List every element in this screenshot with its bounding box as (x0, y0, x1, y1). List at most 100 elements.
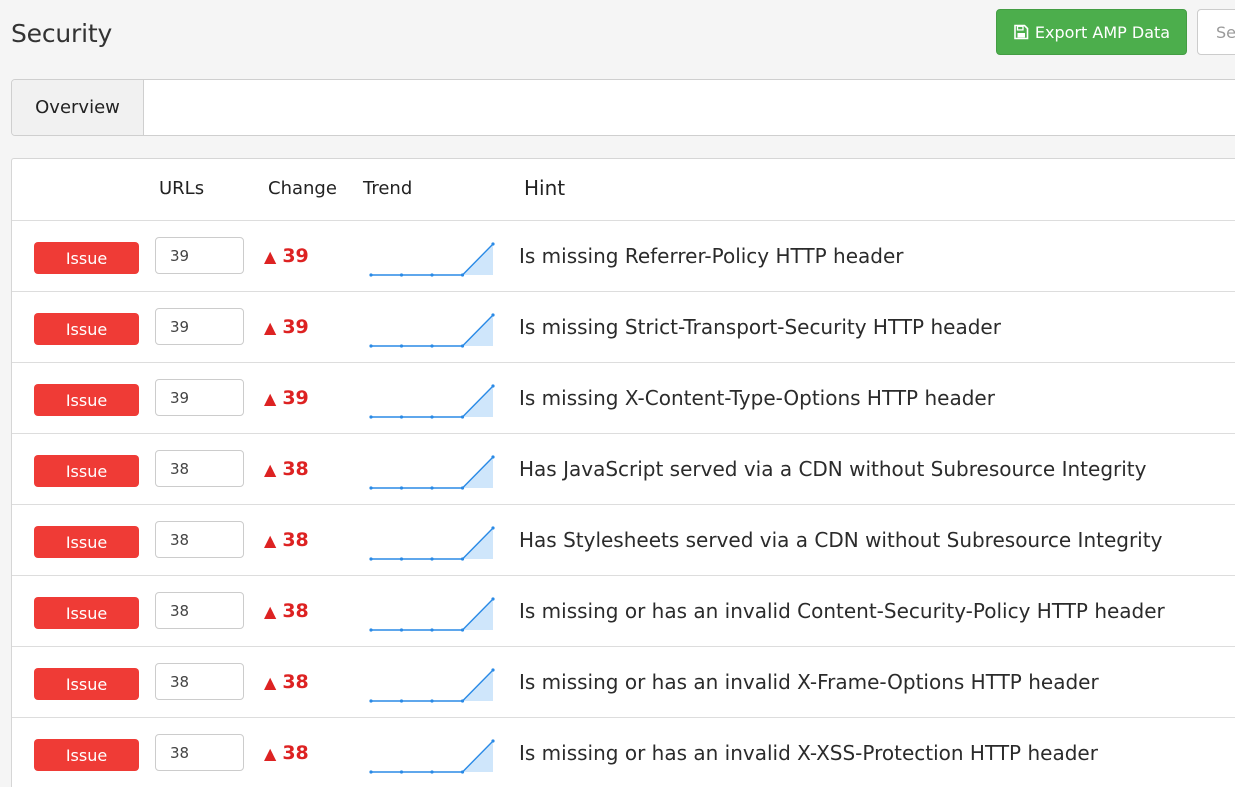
trend-point (491, 455, 495, 459)
issue-badge: Issue (34, 455, 139, 487)
trend-sparkline (369, 455, 495, 490)
change-value: 38 (282, 458, 309, 480)
trend-point (399, 770, 404, 774)
column-header-hint: Hint (524, 176, 566, 200)
trend-point (369, 699, 373, 703)
hint-text[interactable]: Is missing Referrer-Policy HTTP header (519, 244, 904, 268)
hint-text[interactable]: Is missing or has an invalid X-Frame-Opt… (519, 670, 1099, 694)
table-row[interactable]: Issue ▲ 38 Is missing or has an invalid X… (12, 717, 1235, 787)
url-count-field[interactable] (155, 663, 244, 700)
table-row[interactable]: Issue ▲ 38 Is missing or has an invalid C… (12, 575, 1235, 646)
hint-text[interactable]: Has Stylesheets served via a CDN without… (519, 528, 1162, 552)
search-input[interactable] (1197, 9, 1235, 55)
url-count-field[interactable] (155, 237, 244, 274)
table-row[interactable]: Issue ▲ 38 Is missing or has an invalid X… (12, 646, 1235, 717)
table-row[interactable]: Issue ▲ 39 Is missing Referrer-Policy HTT… (12, 220, 1235, 291)
change-indicator: ▲ 39 (264, 245, 309, 267)
hint-text[interactable]: Is missing or has an invalid X-XSS-Prote… (519, 741, 1098, 765)
change-value: 38 (282, 671, 309, 693)
trend-point (399, 486, 404, 490)
trend-point (430, 557, 434, 561)
change-indicator: ▲ 38 (264, 529, 309, 551)
issue-badge: Issue (34, 526, 139, 558)
trend-point (460, 699, 465, 703)
url-count-field[interactable] (155, 734, 244, 771)
trend-point (369, 628, 373, 632)
triangle-up-icon: ▲ (264, 531, 277, 550)
trend-point (399, 557, 404, 561)
url-count-field[interactable] (155, 521, 244, 558)
trend-point (369, 273, 373, 277)
export-amp-data-label: Export AMP Data (1034, 22, 1171, 42)
change-indicator: ▲ 39 (264, 387, 309, 409)
trend-point (491, 313, 495, 317)
triangle-up-icon: ▲ (264, 247, 277, 266)
trend-sparkline (369, 384, 495, 419)
trend-sparkline (369, 739, 495, 774)
triangle-up-icon: ▲ (264, 744, 277, 763)
trend-point (430, 699, 434, 703)
page-title: Security (11, 19, 113, 48)
issue-badge: Issue (34, 242, 139, 274)
trend-point (491, 526, 495, 530)
trend-point (430, 415, 434, 419)
change-value: 39 (282, 387, 309, 409)
trend-point (430, 770, 434, 774)
tab-overview[interactable]: Overview (12, 80, 144, 135)
url-count-field[interactable] (155, 379, 244, 416)
trend-point (430, 486, 434, 490)
issue-badge: Issue (34, 739, 139, 771)
trend-point (460, 770, 465, 774)
url-count-field[interactable] (155, 308, 244, 345)
trend-point (369, 770, 373, 774)
triangle-up-icon: ▲ (264, 460, 277, 479)
trend-point (491, 739, 495, 743)
trend-sparkline (369, 313, 495, 348)
url-count-field[interactable] (155, 450, 244, 487)
table-row[interactable]: Issue ▲ 38 Has JavaScript served via a CD… (12, 433, 1235, 504)
change-indicator: ▲ 39 (264, 316, 309, 338)
url-count-field[interactable] (155, 592, 244, 629)
trend-point (460, 344, 465, 348)
tab-bar: Overview (11, 79, 1235, 136)
trend-sparkline (369, 597, 495, 632)
trend-point (460, 486, 465, 490)
change-value: 38 (282, 529, 309, 551)
column-header-trend: Trend (363, 178, 413, 199)
change-indicator: ▲ 38 (264, 671, 309, 693)
hint-text[interactable]: Has JavaScript served via a CDN without … (519, 457, 1146, 481)
triangle-up-icon: ▲ (264, 673, 277, 692)
trend-point (460, 628, 465, 632)
change-value: 38 (282, 742, 309, 764)
trend-point (430, 273, 434, 277)
trend-point (399, 273, 404, 277)
export-amp-data-button[interactable]: Export AMP Data (996, 9, 1187, 55)
table-row[interactable]: Issue ▲ 39 Is missing X-Content-Type-Opti… (12, 362, 1235, 433)
hint-text[interactable]: Is missing or has an invalid Content-Sec… (519, 599, 1165, 623)
hint-text[interactable]: Is missing X-Content-Type-Options HTTP h… (519, 386, 995, 410)
trend-point (430, 344, 434, 348)
trend-point (399, 344, 404, 348)
trend-sparkline (369, 668, 495, 703)
triangle-up-icon: ▲ (264, 318, 277, 337)
table-row[interactable]: Issue ▲ 39 Is missing Strict-Transport-Se… (12, 291, 1235, 362)
change-indicator: ▲ 38 (264, 742, 309, 764)
trend-point (369, 557, 373, 561)
trend-point (460, 415, 465, 419)
trend-point (491, 242, 495, 246)
issue-badge: Issue (34, 597, 139, 629)
trend-point (369, 344, 373, 348)
issue-badge: Issue (34, 313, 139, 345)
table-row[interactable]: Issue ▲ 38 Has Stylesheets served via a C… (12, 504, 1235, 575)
floppy-disk-icon (1013, 24, 1029, 40)
trend-point (430, 628, 434, 632)
triangle-up-icon: ▲ (264, 389, 277, 408)
trend-sparkline (369, 242, 495, 277)
hint-text[interactable]: Is missing Strict-Transport-Security HTT… (519, 315, 1001, 339)
trend-point (399, 628, 404, 632)
trend-point (460, 557, 465, 561)
trend-point (369, 486, 373, 490)
trend-point (369, 415, 373, 419)
trend-sparkline (369, 526, 495, 561)
triangle-up-icon: ▲ (264, 602, 277, 621)
